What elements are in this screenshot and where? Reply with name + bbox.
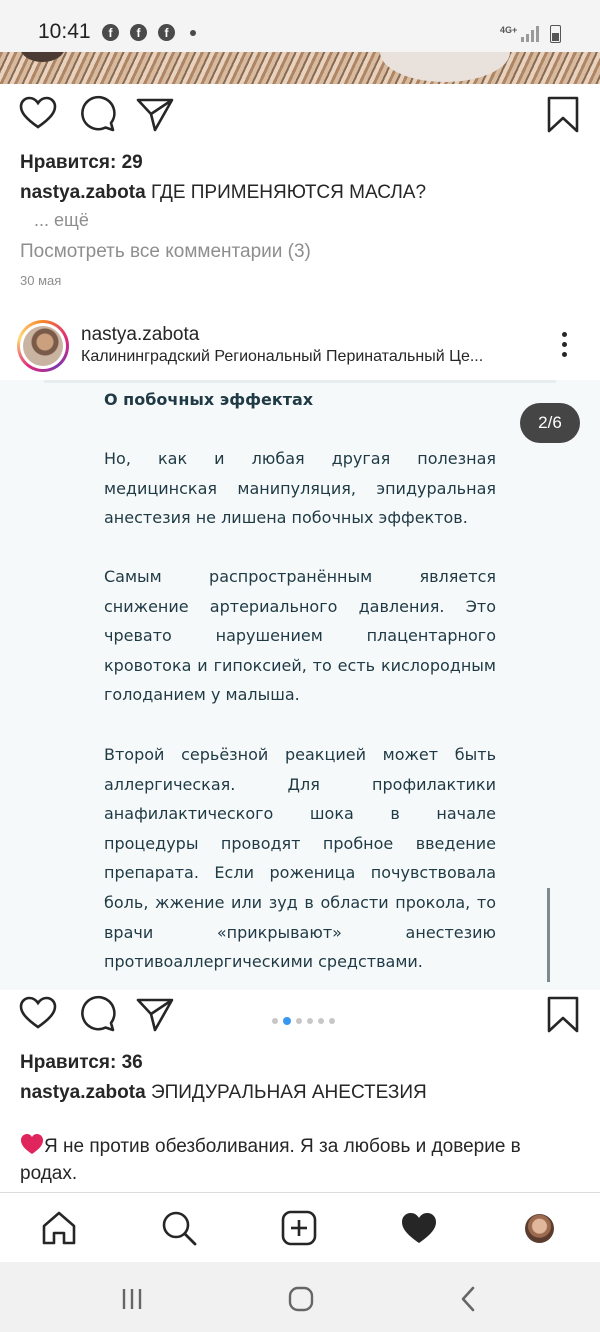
back-icon[interactable] <box>455 1285 483 1313</box>
more-notifications-dot <box>190 30 196 36</box>
post1-likes[interactable]: Нравится: 29 <box>20 152 143 174</box>
post2-caption-text: ЭПИДУРАЛЬНАЯ АНЕСТЕЗИЯ <box>150 1082 427 1103</box>
post2-header: nastya.zabota Калининградский Региональн… <box>0 314 600 378</box>
like-icon[interactable] <box>18 994 58 1034</box>
poster-location[interactable]: Калининградский Региональный Перинатальн… <box>81 348 536 366</box>
facebook-icon: f <box>102 24 119 41</box>
post1-date: 30 мая <box>20 273 62 288</box>
poster-avatar[interactable] <box>17 320 69 372</box>
post1-caption-username[interactable]: nastya.zabota <box>20 182 146 203</box>
caption-body-text: Я не против обезболивания. Я за любовь и… <box>20 1136 521 1184</box>
slide-heading: О побочных эффектах <box>104 390 314 409</box>
post1-caption-text: ГДЕ ПРИМЕНЯЮТСЯ МАСЛА? <box>150 182 427 203</box>
system-nav-bar <box>0 1262 600 1332</box>
signal-icon <box>521 26 539 42</box>
carousel-dot <box>296 1017 302 1024</box>
like-icon[interactable] <box>18 94 58 134</box>
recent-apps-icon[interactable] <box>118 1285 146 1313</box>
post2-caption-body: Я не против обезболивания. Я за любовь и… <box>20 1133 580 1187</box>
search-icon[interactable] <box>160 1209 198 1247</box>
profile-avatar[interactable] <box>525 1214 554 1243</box>
carousel-dots <box>272 1012 340 1025</box>
poster-username[interactable]: nastya.zabota <box>81 324 199 346</box>
activity-heart-icon[interactable] <box>400 1209 438 1247</box>
bookmark-icon[interactable] <box>543 994 583 1034</box>
post1-more-link[interactable]: ... ещё <box>34 210 89 231</box>
post2-likes[interactable]: Нравится: 36 <box>20 1052 143 1074</box>
post2-caption-username[interactable]: nastya.zabota <box>20 1082 146 1103</box>
post2-caption: nastya.zabota ЭПИДУРАЛЬНАЯ АНЕСТЕЗИЯ <box>20 1082 427 1104</box>
carousel-dot <box>283 1016 291 1025</box>
carousel-dot <box>272 1017 278 1024</box>
slide-paragraph: Самым распространённым является снижение… <box>104 567 496 705</box>
slide-paragraph: Но, как и любая другая полезная медицинс… <box>104 449 496 528</box>
home-icon[interactable] <box>40 1209 78 1247</box>
share-icon[interactable] <box>135 994 175 1034</box>
post1-caption: nastya.zabota ГДЕ ПРИМЕНЯЮТСЯ МАСЛА? <box>20 182 426 204</box>
home-button-icon[interactable] <box>287 1285 315 1313</box>
slide-scroll-bar <box>547 888 550 982</box>
network-type: 4G+ <box>500 25 518 35</box>
status-bar: 10:41 f f f 4G+ <box>0 0 600 52</box>
comment-icon[interactable] <box>77 94 117 134</box>
view-all-comments-link[interactable]: Посмотреть все комментарии (3) <box>20 241 311 263</box>
red-heart-icon <box>21 1134 43 1154</box>
more-options-icon[interactable] <box>552 332 576 362</box>
facebook-icon: f <box>130 24 147 41</box>
share-icon[interactable] <box>135 94 175 134</box>
carousel-dot <box>307 1017 313 1024</box>
post1-action-row <box>0 94 600 144</box>
facebook-icon: f <box>158 24 175 41</box>
page-indicator-badge: 2/6 <box>520 403 580 443</box>
bottom-nav-bar <box>0 1192 600 1262</box>
slide-divider <box>44 380 556 383</box>
status-time: 10:41 <box>38 20 91 43</box>
post-photo-previous[interactable] <box>0 52 600 84</box>
carousel-dot <box>318 1017 324 1024</box>
new-post-icon[interactable] <box>280 1209 318 1247</box>
bookmark-icon[interactable] <box>543 94 583 134</box>
comment-icon[interactable] <box>77 994 117 1034</box>
carousel-dot <box>329 1017 335 1024</box>
battery-icon <box>550 25 561 43</box>
slide-paragraph: Второй серьёзной реакцией может быть алл… <box>104 745 496 972</box>
post2-slide-image[interactable]: О побочных эффектах Но, как и любая друг… <box>0 380 600 990</box>
